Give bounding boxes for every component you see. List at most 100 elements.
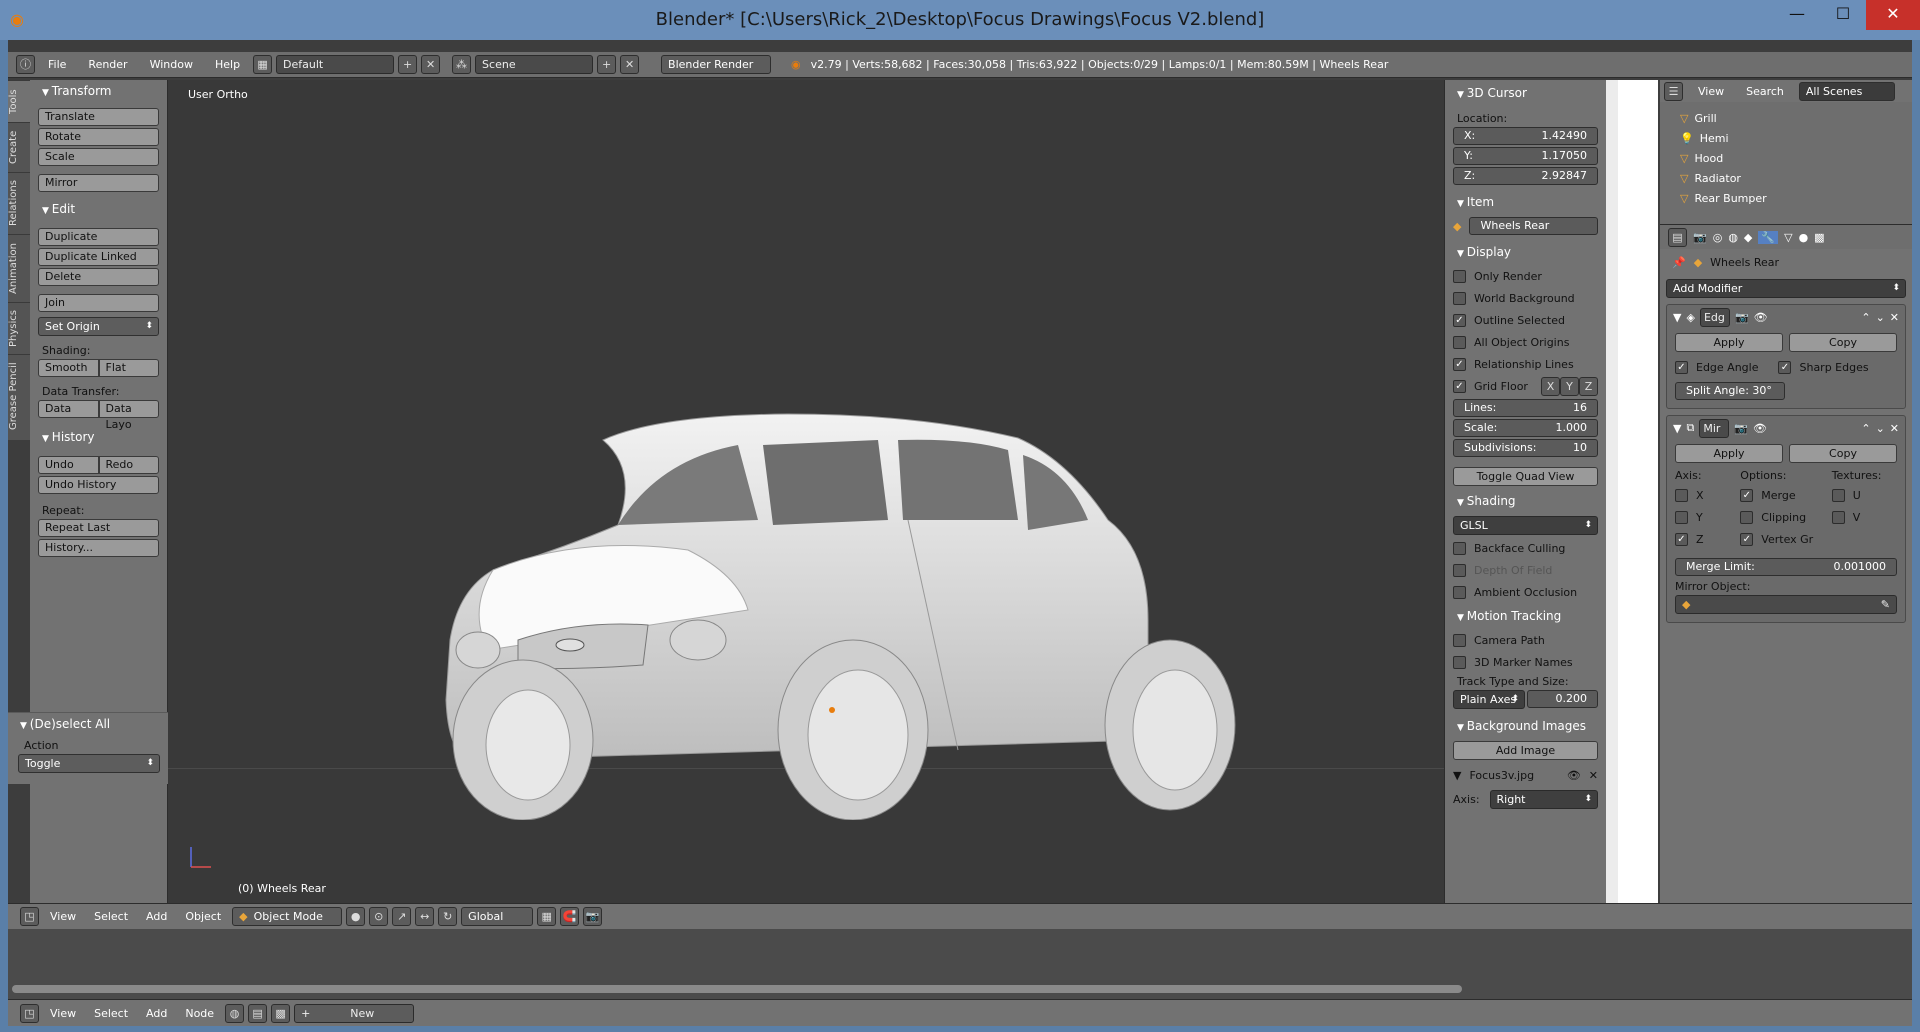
bg-axis-select[interactable]: Right bbox=[1489, 790, 1598, 809]
bg-image-row[interactable]: ▼ Focus3v.jpg 👁 ✕ bbox=[1453, 764, 1598, 786]
outliner-row[interactable]: 💡 Hemi bbox=[1660, 128, 1912, 148]
minimize-icon[interactable]: — bbox=[1774, 0, 1820, 30]
world-background-checkbox[interactable]: World Background bbox=[1453, 289, 1598, 307]
apply-button[interactable]: Apply bbox=[1675, 444, 1783, 463]
render-icon[interactable]: 📷 bbox=[583, 907, 603, 926]
object-tab-icon[interactable]: ◆ bbox=[1744, 231, 1752, 244]
tab-relations[interactable]: Relations bbox=[8, 172, 30, 234]
tab-tools[interactable]: Tools bbox=[8, 80, 30, 122]
3d-cursor-panel-header[interactable]: 3D Cursor bbox=[1445, 82, 1606, 104]
cursor-y-field[interactable]: Y: 1.17050 bbox=[1453, 147, 1598, 165]
viewport-shading-icon[interactable]: ● bbox=[346, 907, 366, 926]
layout-icon[interactable]: ▦ bbox=[253, 55, 273, 74]
add-layout-icon[interactable]: + bbox=[398, 55, 418, 74]
grid-axis-z[interactable]: Z bbox=[1579, 376, 1598, 396]
transform-orientation-select[interactable]: Global bbox=[461, 907, 534, 926]
duplicate-button[interactable]: Duplicate bbox=[38, 228, 159, 246]
interaction-mode-select[interactable]: ◆ Object Mode bbox=[232, 907, 343, 926]
operator-panel-header[interactable]: (De)select All bbox=[8, 713, 168, 735]
axis-x-checkbox[interactable]: X bbox=[1675, 486, 1740, 504]
merge-limit-field[interactable]: Merge Limit: 0.001000 bbox=[1675, 558, 1897, 576]
menu-help[interactable]: Help bbox=[206, 58, 249, 71]
eye-icon[interactable]: 👁 bbox=[1567, 769, 1581, 782]
move-down-icon[interactable]: ⌄ bbox=[1876, 311, 1885, 324]
viewport-toggle-icon[interactable]: 👁 bbox=[1754, 311, 1768, 324]
cursor-x-field[interactable]: X: 1.42490 bbox=[1453, 127, 1598, 145]
outliner-row[interactable]: ▽ Hood bbox=[1660, 148, 1912, 168]
add-scene-icon[interactable]: + bbox=[597, 55, 617, 74]
track-size-field[interactable]: 0.200 bbox=[1527, 690, 1598, 708]
merge-checkbox[interactable]: ✓ Merge bbox=[1740, 486, 1831, 504]
outliner-editor-icon[interactable]: ☰ bbox=[1664, 81, 1683, 101]
delete-button[interactable]: Delete bbox=[38, 268, 159, 286]
outliner-search-menu[interactable]: Search bbox=[1739, 85, 1791, 98]
collapse-arrow-icon[interactable]: ▼ bbox=[1673, 422, 1681, 435]
duplicate-linked-button[interactable]: Duplicate Linked bbox=[38, 248, 159, 266]
texture-v-checkbox[interactable]: V bbox=[1831, 508, 1897, 526]
undo-history-button[interactable]: Undo History bbox=[38, 476, 159, 494]
copy-button[interactable]: Copy bbox=[1789, 333, 1897, 352]
select-menu[interactable]: Select bbox=[87, 910, 135, 923]
remove-scene-icon[interactable]: ✕ bbox=[620, 55, 640, 74]
viewport-toggle-icon[interactable]: 👁 bbox=[1753, 422, 1767, 435]
vertex-groups-checkbox[interactable]: ✓ Vertex Gr bbox=[1740, 530, 1831, 548]
scale-button[interactable]: Scale bbox=[38, 148, 159, 166]
ambient-occlusion-checkbox[interactable]: Ambient Occlusion bbox=[1453, 583, 1598, 601]
object-menu[interactable]: Object bbox=[178, 910, 228, 923]
world-tab-icon[interactable]: ◍ bbox=[1728, 231, 1738, 244]
3d-view-editor-icon[interactable]: ◳ bbox=[20, 907, 39, 926]
render-toggle-icon[interactable]: 📷 bbox=[1734, 422, 1748, 435]
subdivisions-field[interactable]: Subdivisions: 10 bbox=[1453, 439, 1598, 457]
texture-tree-icon[interactable]: ▩ bbox=[271, 1003, 291, 1023]
tab-grease-pencil[interactable]: Grease Pencil bbox=[8, 354, 30, 438]
add-modifier-select[interactable]: Add Modifier bbox=[1666, 279, 1906, 298]
remove-modifier-icon[interactable]: ✕ bbox=[1890, 311, 1899, 324]
remove-layout-icon[interactable]: ✕ bbox=[421, 55, 441, 74]
mirror-button[interactable]: Mirror bbox=[38, 174, 159, 192]
new-material-field[interactable]: + New bbox=[294, 1003, 415, 1023]
split-angle-field[interactable]: Split Angle: 30° bbox=[1675, 382, 1785, 400]
layout-field[interactable]: Default bbox=[276, 55, 395, 74]
marker-names-checkbox[interactable]: 3D Marker Names bbox=[1453, 653, 1598, 671]
toggle-quad-view-button[interactable]: Toggle Quad View bbox=[1453, 467, 1598, 486]
clipping-checkbox[interactable]: Clipping bbox=[1740, 508, 1831, 526]
menu-render[interactable]: Render bbox=[79, 58, 136, 71]
outliner-display-mode[interactable]: All Scenes bbox=[1798, 81, 1895, 101]
outliner-row[interactable]: ▽ Rear Bumper bbox=[1660, 188, 1912, 208]
depth-of-field-checkbox[interactable]: Depth Of Field bbox=[1453, 561, 1598, 579]
item-name-field[interactable]: Wheels Rear bbox=[1469, 217, 1598, 235]
grid-axis-y[interactable]: Y bbox=[1560, 376, 1579, 396]
move-down-icon[interactable]: ⌄ bbox=[1876, 422, 1885, 435]
render-tab-icon[interactable]: 📷 bbox=[1693, 231, 1707, 244]
mirror-object-field[interactable]: ◆ ✎ bbox=[1675, 595, 1897, 614]
scene-field[interactable]: Scene bbox=[475, 55, 594, 74]
transform-panel-header[interactable]: Transform bbox=[30, 80, 167, 102]
node-select-menu[interactable]: Select bbox=[87, 1007, 135, 1020]
scene-icon[interactable]: ⁂ bbox=[452, 55, 472, 74]
shading-panel-header[interactable]: Shading bbox=[1445, 490, 1606, 512]
repeat-last-button[interactable]: Repeat Last bbox=[38, 519, 159, 537]
flat-button[interactable]: Flat bbox=[98, 359, 159, 377]
menu-window[interactable]: Window bbox=[141, 58, 202, 71]
edit-panel-header[interactable]: Edit bbox=[30, 198, 167, 220]
scene-tab-icon[interactable]: ◎ bbox=[1713, 231, 1723, 244]
relationship-lines-checkbox[interactable]: ✓ Relationship Lines bbox=[1453, 355, 1598, 373]
pivot-point-icon[interactable]: ⊙ bbox=[369, 907, 389, 926]
view-menu[interactable]: View bbox=[43, 910, 83, 923]
sharp-edges-checkbox[interactable]: ✓ Sharp Edges bbox=[1778, 358, 1869, 376]
edge-angle-checkbox[interactable]: ✓ Edge Angle bbox=[1675, 358, 1758, 376]
3d-viewport[interactable]: User Ortho (0) Wheels Rear bbox=[168, 80, 1444, 903]
smooth-button[interactable]: Smooth bbox=[38, 359, 99, 377]
mirror-name[interactable]: Mir bbox=[1699, 418, 1730, 438]
rotate-manipulator-icon[interactable]: ↻ bbox=[438, 907, 458, 926]
material-tab-icon[interactable]: ● bbox=[1799, 231, 1809, 244]
node-view-menu[interactable]: View bbox=[43, 1007, 83, 1020]
display-panel-header[interactable]: Display bbox=[1445, 241, 1606, 263]
rotate-button[interactable]: Rotate bbox=[38, 128, 159, 146]
apply-button[interactable]: Apply bbox=[1675, 333, 1783, 352]
texture-tab-icon[interactable]: ▩ bbox=[1814, 231, 1824, 244]
camera-path-checkbox[interactable]: Camera Path bbox=[1453, 631, 1598, 649]
scale-field[interactable]: Scale: 1.000 bbox=[1453, 419, 1598, 437]
tab-create[interactable]: Create bbox=[8, 122, 30, 172]
add-image-button[interactable]: Add Image bbox=[1453, 741, 1598, 760]
